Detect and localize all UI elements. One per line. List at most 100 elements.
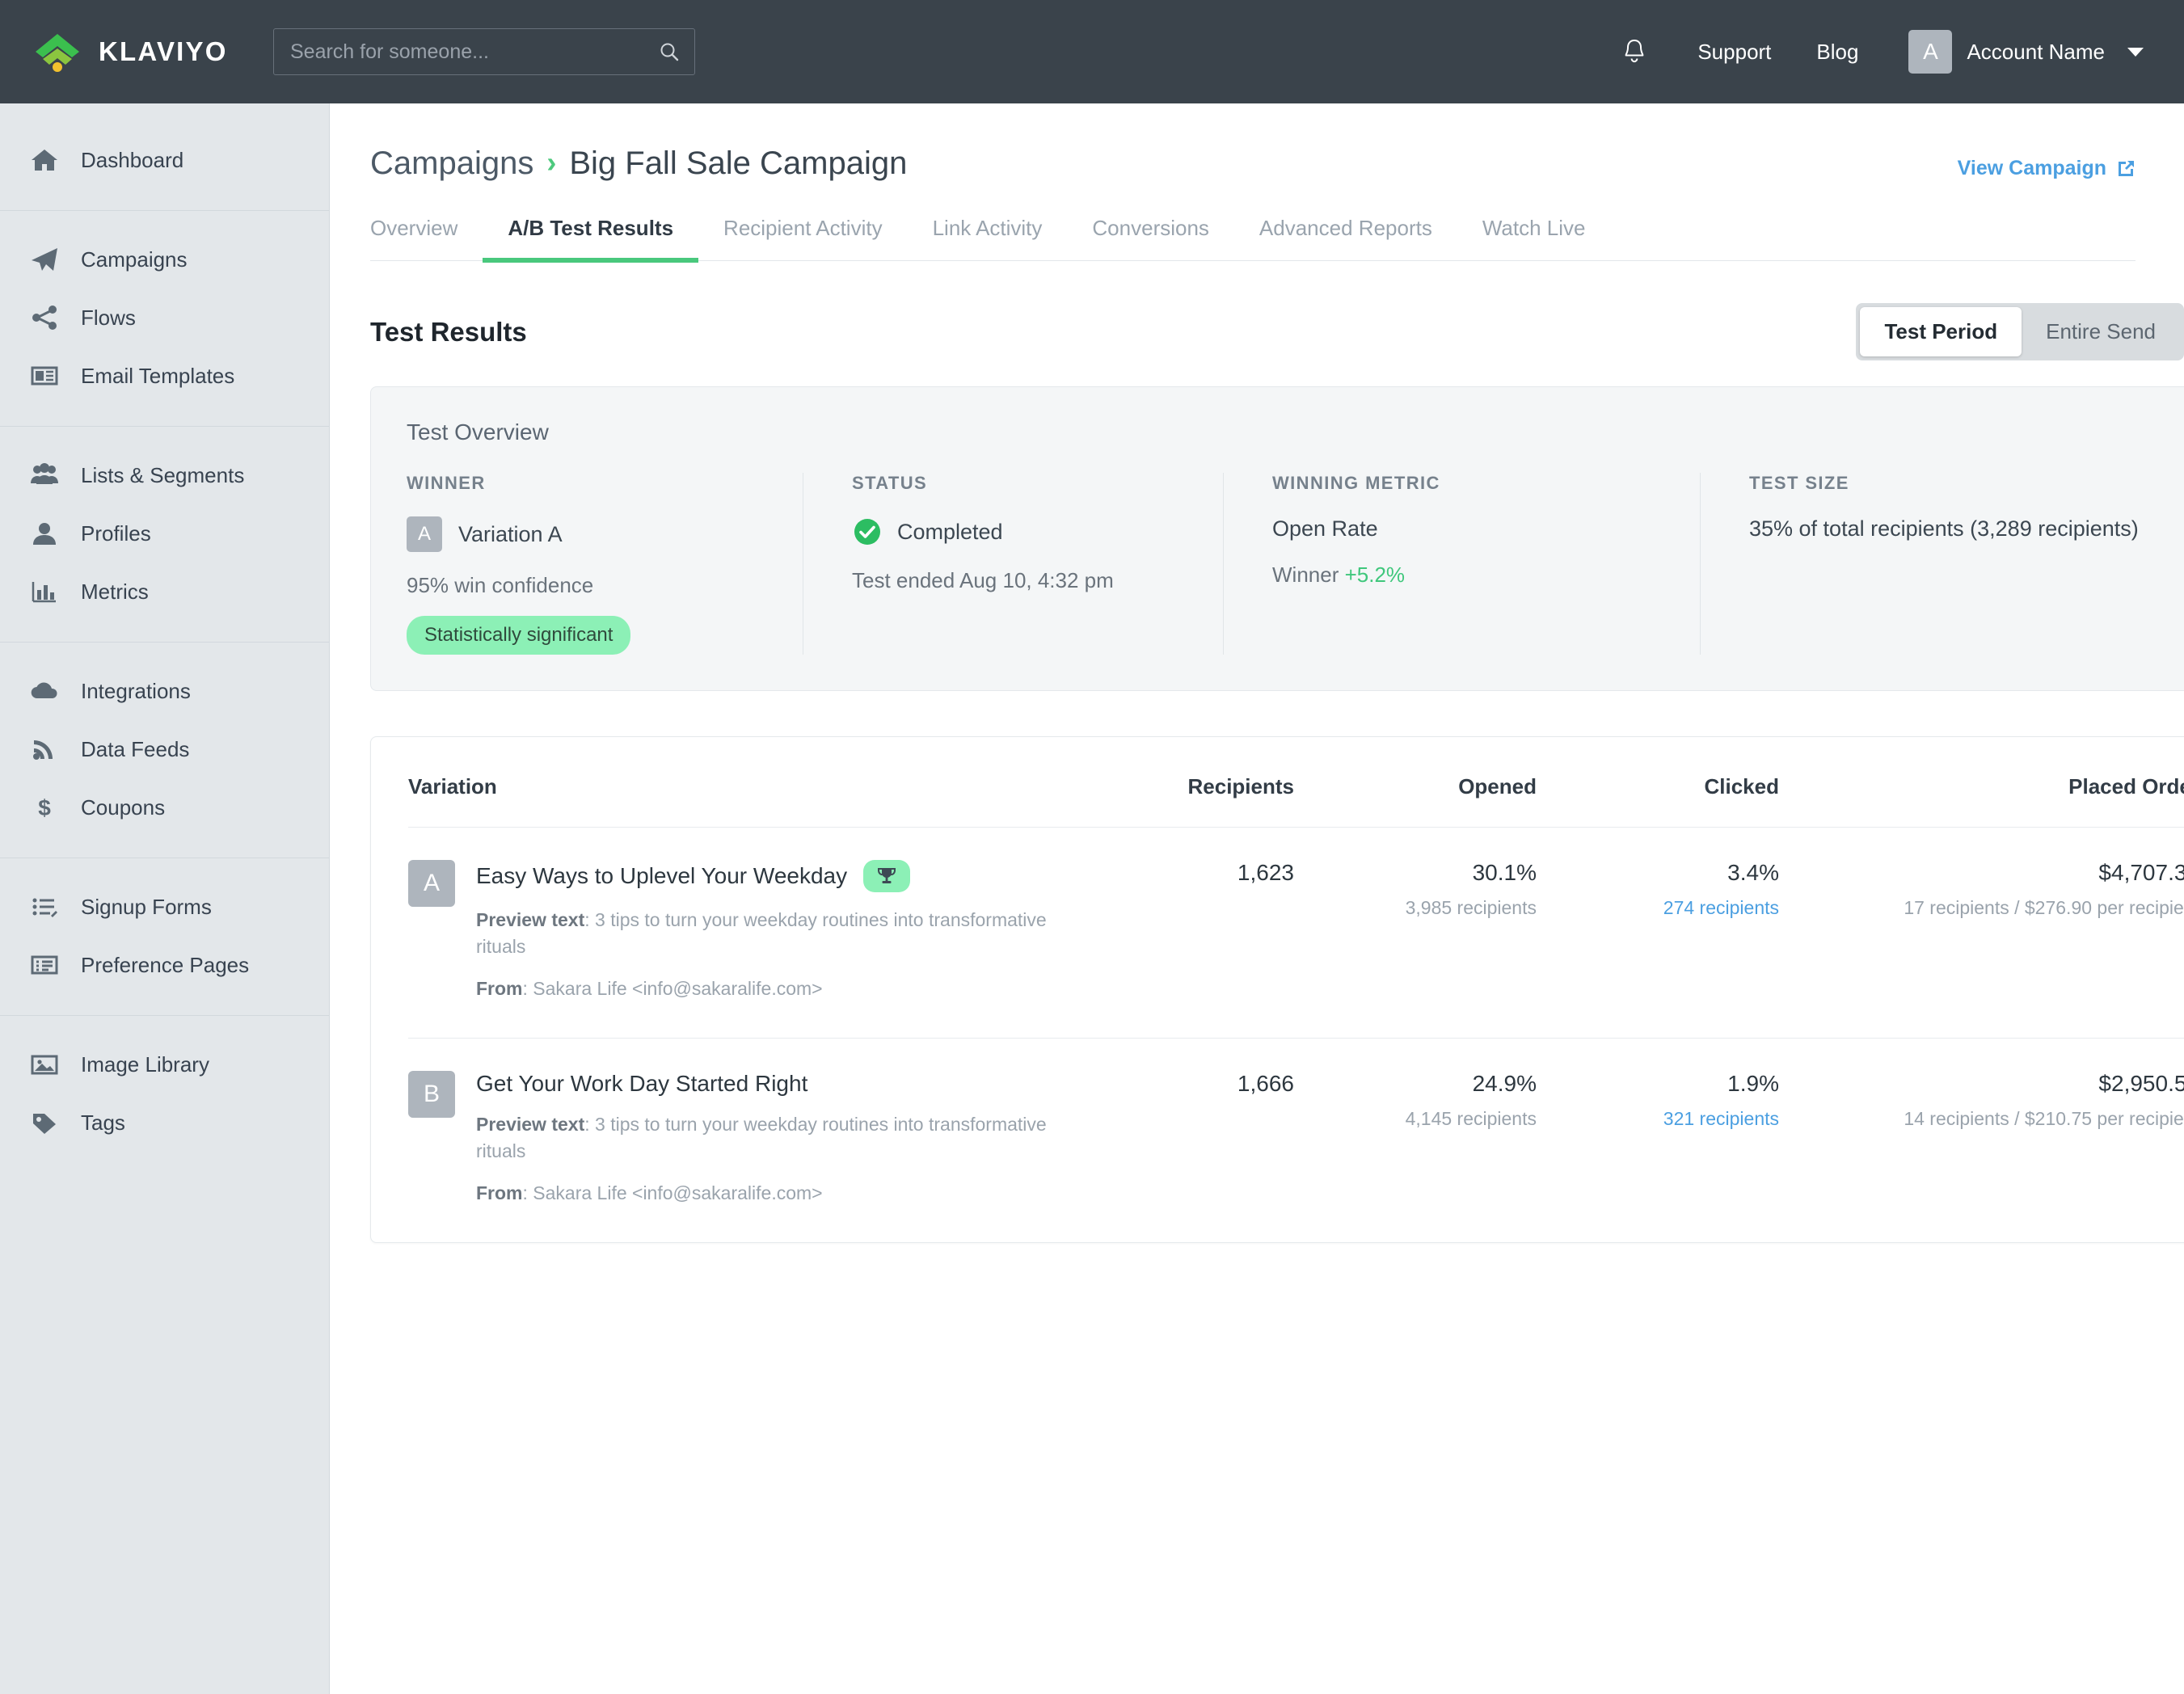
sidebar-label: Signup Forms <box>81 894 212 919</box>
person-icon <box>29 518 60 549</box>
avatar: A <box>1908 30 1953 74</box>
sidebar-item-campaigns[interactable]: Campaigns <box>0 230 329 289</box>
sidebar-label: Lists & Segments <box>81 462 245 487</box>
page-header: Campaigns › Big Fall Sale Campaign View … <box>330 103 2184 263</box>
test-overview-card: Test Overview WINNER A Variation A 95% w… <box>370 386 2184 691</box>
sidebar-label: Campaigns <box>81 247 188 272</box>
clicked-recipients-link[interactable]: 274 recipients <box>1537 897 1779 919</box>
sidebar-item-tags[interactable]: Tags <box>0 1094 329 1152</box>
sidebar-item-integrations[interactable]: Integrations <box>0 662 329 720</box>
people-group-icon <box>29 460 60 491</box>
sidebar-group-5: Signup Forms Preference Pages <box>0 858 329 1015</box>
sidebar-group-2: Campaigns Flows Email Templates <box>0 210 329 426</box>
toggle-test-period[interactable]: Test Period <box>1860 307 2022 356</box>
variation-cell: A Easy Ways to Uplevel Your Weekday Prev… <box>408 860 1092 1002</box>
notification-bell-icon[interactable] <box>1621 38 1647 65</box>
tag-icon <box>29 1107 60 1138</box>
column-header-clicked: Clicked <box>1704 774 1780 799</box>
account-menu[interactable]: A Account Name <box>1908 30 2148 74</box>
top-bar-right-cluster: Support Blog A Account Name <box>1594 30 2148 74</box>
sidebar-item-coupons[interactable]: $ Coupons <box>0 778 329 836</box>
period-toggle: Test Period Entire Send <box>1856 303 2184 360</box>
winning-metric-delta-row: Winner +5.2% <box>1272 563 1668 588</box>
table-row[interactable]: A Easy Ways to Uplevel Your Weekday Prev… <box>408 828 2184 1038</box>
view-campaign-link[interactable]: View Campaign <box>1958 145 2136 180</box>
breadcrumb-parent[interactable]: Campaigns <box>370 145 533 182</box>
recipients-value: 1,666 <box>1237 1071 1294 1097</box>
opened-cell: 24.9% 4,145 recipients <box>1294 1071 1537 1130</box>
tab-conversions[interactable]: Conversions <box>1067 216 1234 260</box>
section-header-row: Test Results Test Period Entire Send <box>370 261 2184 360</box>
sidebar-label: Coupons <box>81 794 166 820</box>
column-header-opened: Opened <box>1458 774 1537 799</box>
blog-link[interactable]: Blog <box>1794 40 1881 65</box>
test-results-section: Test Results Test Period Entire Send Tes… <box>330 261 2184 1244</box>
winner-label: WINNER <box>407 473 486 493</box>
tab-watch-live[interactable]: Watch Live <box>1457 216 1611 260</box>
home-icon <box>29 145 60 175</box>
clicked-recipients-link[interactable]: 321 recipients <box>1537 1108 1779 1130</box>
support-link[interactable]: Support <box>1675 40 1794 65</box>
sidebar-label: Dashboard <box>81 147 184 172</box>
tab-recipient-activity[interactable]: Recipient Activity <box>698 216 908 260</box>
paper-plane-icon <box>29 244 60 275</box>
sidebar-group-3: Lists & Segments Profiles Metrics <box>0 426 329 642</box>
external-link-icon <box>2119 160 2134 176</box>
sidebar-item-data-feeds[interactable]: Data Feeds <box>0 720 329 778</box>
tab-overview[interactable]: Overview <box>370 216 483 260</box>
sidebar-item-lists-segments[interactable]: Lists & Segments <box>0 446 329 504</box>
share-nodes-icon <box>29 302 60 333</box>
placed-order-detail: 14 recipients / $210.75 per recipient <box>1904 1108 2184 1130</box>
variation-badge: A <box>408 860 455 907</box>
opened-recipients: 3,985 recipients <box>1405 897 1537 918</box>
variations-table: Variation Recipients Opened Clicked Plac… <box>370 736 2184 1244</box>
sidebar-item-image-library[interactable]: Image Library <box>0 1035 329 1094</box>
sidebar-item-signup-forms[interactable]: Signup Forms <box>0 878 329 936</box>
variation-subject: Easy Ways to Uplevel Your Weekday <box>476 863 848 888</box>
sidebar-group-4: Integrations Data Feeds $ Coupons <box>0 642 329 858</box>
global-search[interactable] <box>273 28 695 75</box>
list-panel-icon <box>29 950 60 980</box>
status-label: STATUS <box>852 473 928 493</box>
sidebar-group-1: Dashboard <box>0 112 329 210</box>
preview-text-label: Preview text <box>476 909 585 930</box>
placed-order-cell: $4,707.30 17 recipients / $276.90 per re… <box>1779 860 2184 919</box>
from-label: From <box>476 1182 523 1203</box>
brand-logo-area[interactable]: KLAVIYO <box>32 31 264 73</box>
winning-metric-value: Open Rate <box>1272 516 1378 541</box>
chevron-down-icon[interactable] <box>2127 47 2144 57</box>
sidebar-item-email-templates[interactable]: Email Templates <box>0 347 329 405</box>
sidebar-item-flows[interactable]: Flows <box>0 289 329 347</box>
sidebar-item-preference-pages[interactable]: Preference Pages <box>0 936 329 994</box>
toggle-entire-send[interactable]: Entire Send <box>2022 307 2180 356</box>
winning-metric-label: WINNING METRIC <box>1272 473 1440 493</box>
overview-status-column: STATUS Completed Test ended Aug 10, 4:32… <box>803 473 1223 655</box>
variation-cell: B Get Your Work Day Started Right Previe… <box>408 1071 1092 1207</box>
top-navigation-bar: KLAVIYO Support Blog A Account Name <box>0 0 2184 103</box>
from-value: : Sakara Life <info@sakaralife.com> <box>522 1182 823 1203</box>
sidebar-item-metrics[interactable]: Metrics <box>0 563 329 621</box>
clicked-percent: 3.4% <box>1727 860 1779 885</box>
sidebar-item-profiles[interactable]: Profiles <box>0 504 329 563</box>
test-size-value: 35% of total recipients (3,289 recipient… <box>1749 516 2139 541</box>
tab-ab-test-results[interactable]: A/B Test Results <box>483 216 698 263</box>
notifications-button[interactable] <box>1594 38 1675 65</box>
winner-prefix: Winner <box>1272 563 1339 587</box>
tab-advanced-reports[interactable]: Advanced Reports <box>1234 216 1457 260</box>
image-icon <box>29 1049 60 1080</box>
placed-order-value: $4,707.30 <box>2098 860 2184 885</box>
sidebar-item-dashboard[interactable]: Dashboard <box>0 131 329 189</box>
search-icon[interactable] <box>659 41 680 62</box>
chevron-right-icon: › <box>546 145 557 179</box>
placed-order-cell: $2,950.50 14 recipients / $210.75 per re… <box>1779 1071 2184 1130</box>
account-name-label: Account Name <box>1967 39 2105 64</box>
table-row[interactable]: B Get Your Work Day Started Right Previe… <box>408 1038 2184 1242</box>
tab-link-activity[interactable]: Link Activity <box>908 216 1068 260</box>
search-input[interactable] <box>290 40 659 64</box>
win-confidence: 95% win confidence <box>407 573 594 597</box>
view-campaign-label: View Campaign <box>1957 157 2106 179</box>
winner-variation-chip: A <box>407 516 442 552</box>
trophy-icon <box>878 868 896 883</box>
variation-badge: B <box>408 1071 455 1119</box>
preview-text-label: Preview text <box>476 1114 585 1136</box>
